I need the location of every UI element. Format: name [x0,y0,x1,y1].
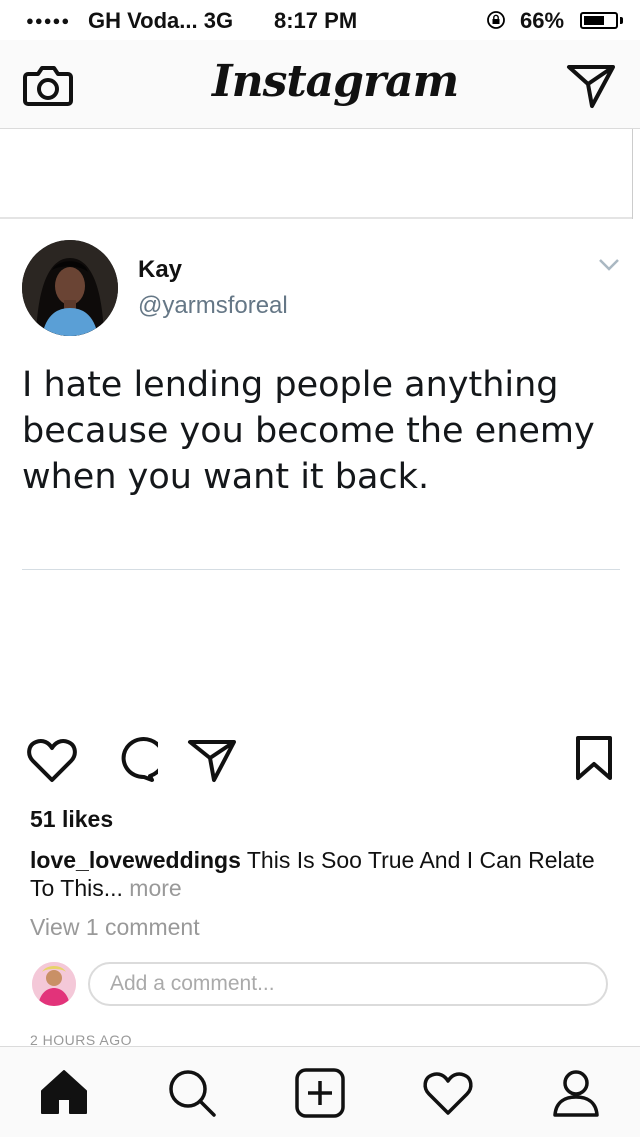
add-comment-input[interactable] [108,964,592,1004]
carrier-label: GH Voda... 3G [88,8,234,33]
battery-fill [584,16,604,25]
post-caption: love_loveweddings This Is Soo True And I… [30,846,610,902]
top-nav-bar: Instagram [0,40,640,129]
battery-icon [580,12,618,29]
tweet-divider [22,569,620,570]
search-icon[interactable] [166,1067,218,1119]
add-comment-box[interactable] [88,962,608,1006]
battery-percent: 66% [520,8,565,33]
camera-icon[interactable] [22,62,74,108]
instagram-logo: Instagram [212,56,459,107]
heart-icon[interactable] [26,736,78,784]
tweet-author-handle: @yarmsforeal [138,292,288,319]
status-bar: ●●●●● GH Voda... 3G 8:17 PM 66% [0,0,640,40]
person-icon[interactable] [550,1067,602,1119]
caption-username[interactable]: love_loveweddings [30,847,241,873]
image-top-blank [0,129,632,219]
rotation-lock-icon [487,11,505,29]
paper-plane-icon[interactable] [566,62,616,110]
home-icon[interactable] [38,1067,90,1119]
chevron-down-icon [599,259,619,271]
heart-icon[interactable] [422,1067,474,1119]
signal-strength: ●●●●● [26,13,71,28]
share-icon[interactable] [186,736,238,784]
user-avatar-image [32,962,76,1006]
tweet-text: I hate lending people anything because y… [22,365,595,497]
portrait-image [22,240,118,336]
tweet-author-name: Kay [138,256,183,283]
battery-tip [620,17,623,24]
view-comments-link[interactable]: View 1 comment [30,914,200,941]
clock: 8:17 PM [274,8,358,33]
caption-more-link[interactable]: more [129,875,181,901]
bottom-tab-bar [0,1046,640,1137]
tweet-avatar [22,240,118,336]
likes-count[interactable]: 51 likes [30,806,113,833]
avatar [32,962,76,1006]
comment-icon[interactable] [106,736,158,784]
bookmark-icon[interactable] [572,734,616,782]
plus-icon[interactable] [294,1067,346,1119]
